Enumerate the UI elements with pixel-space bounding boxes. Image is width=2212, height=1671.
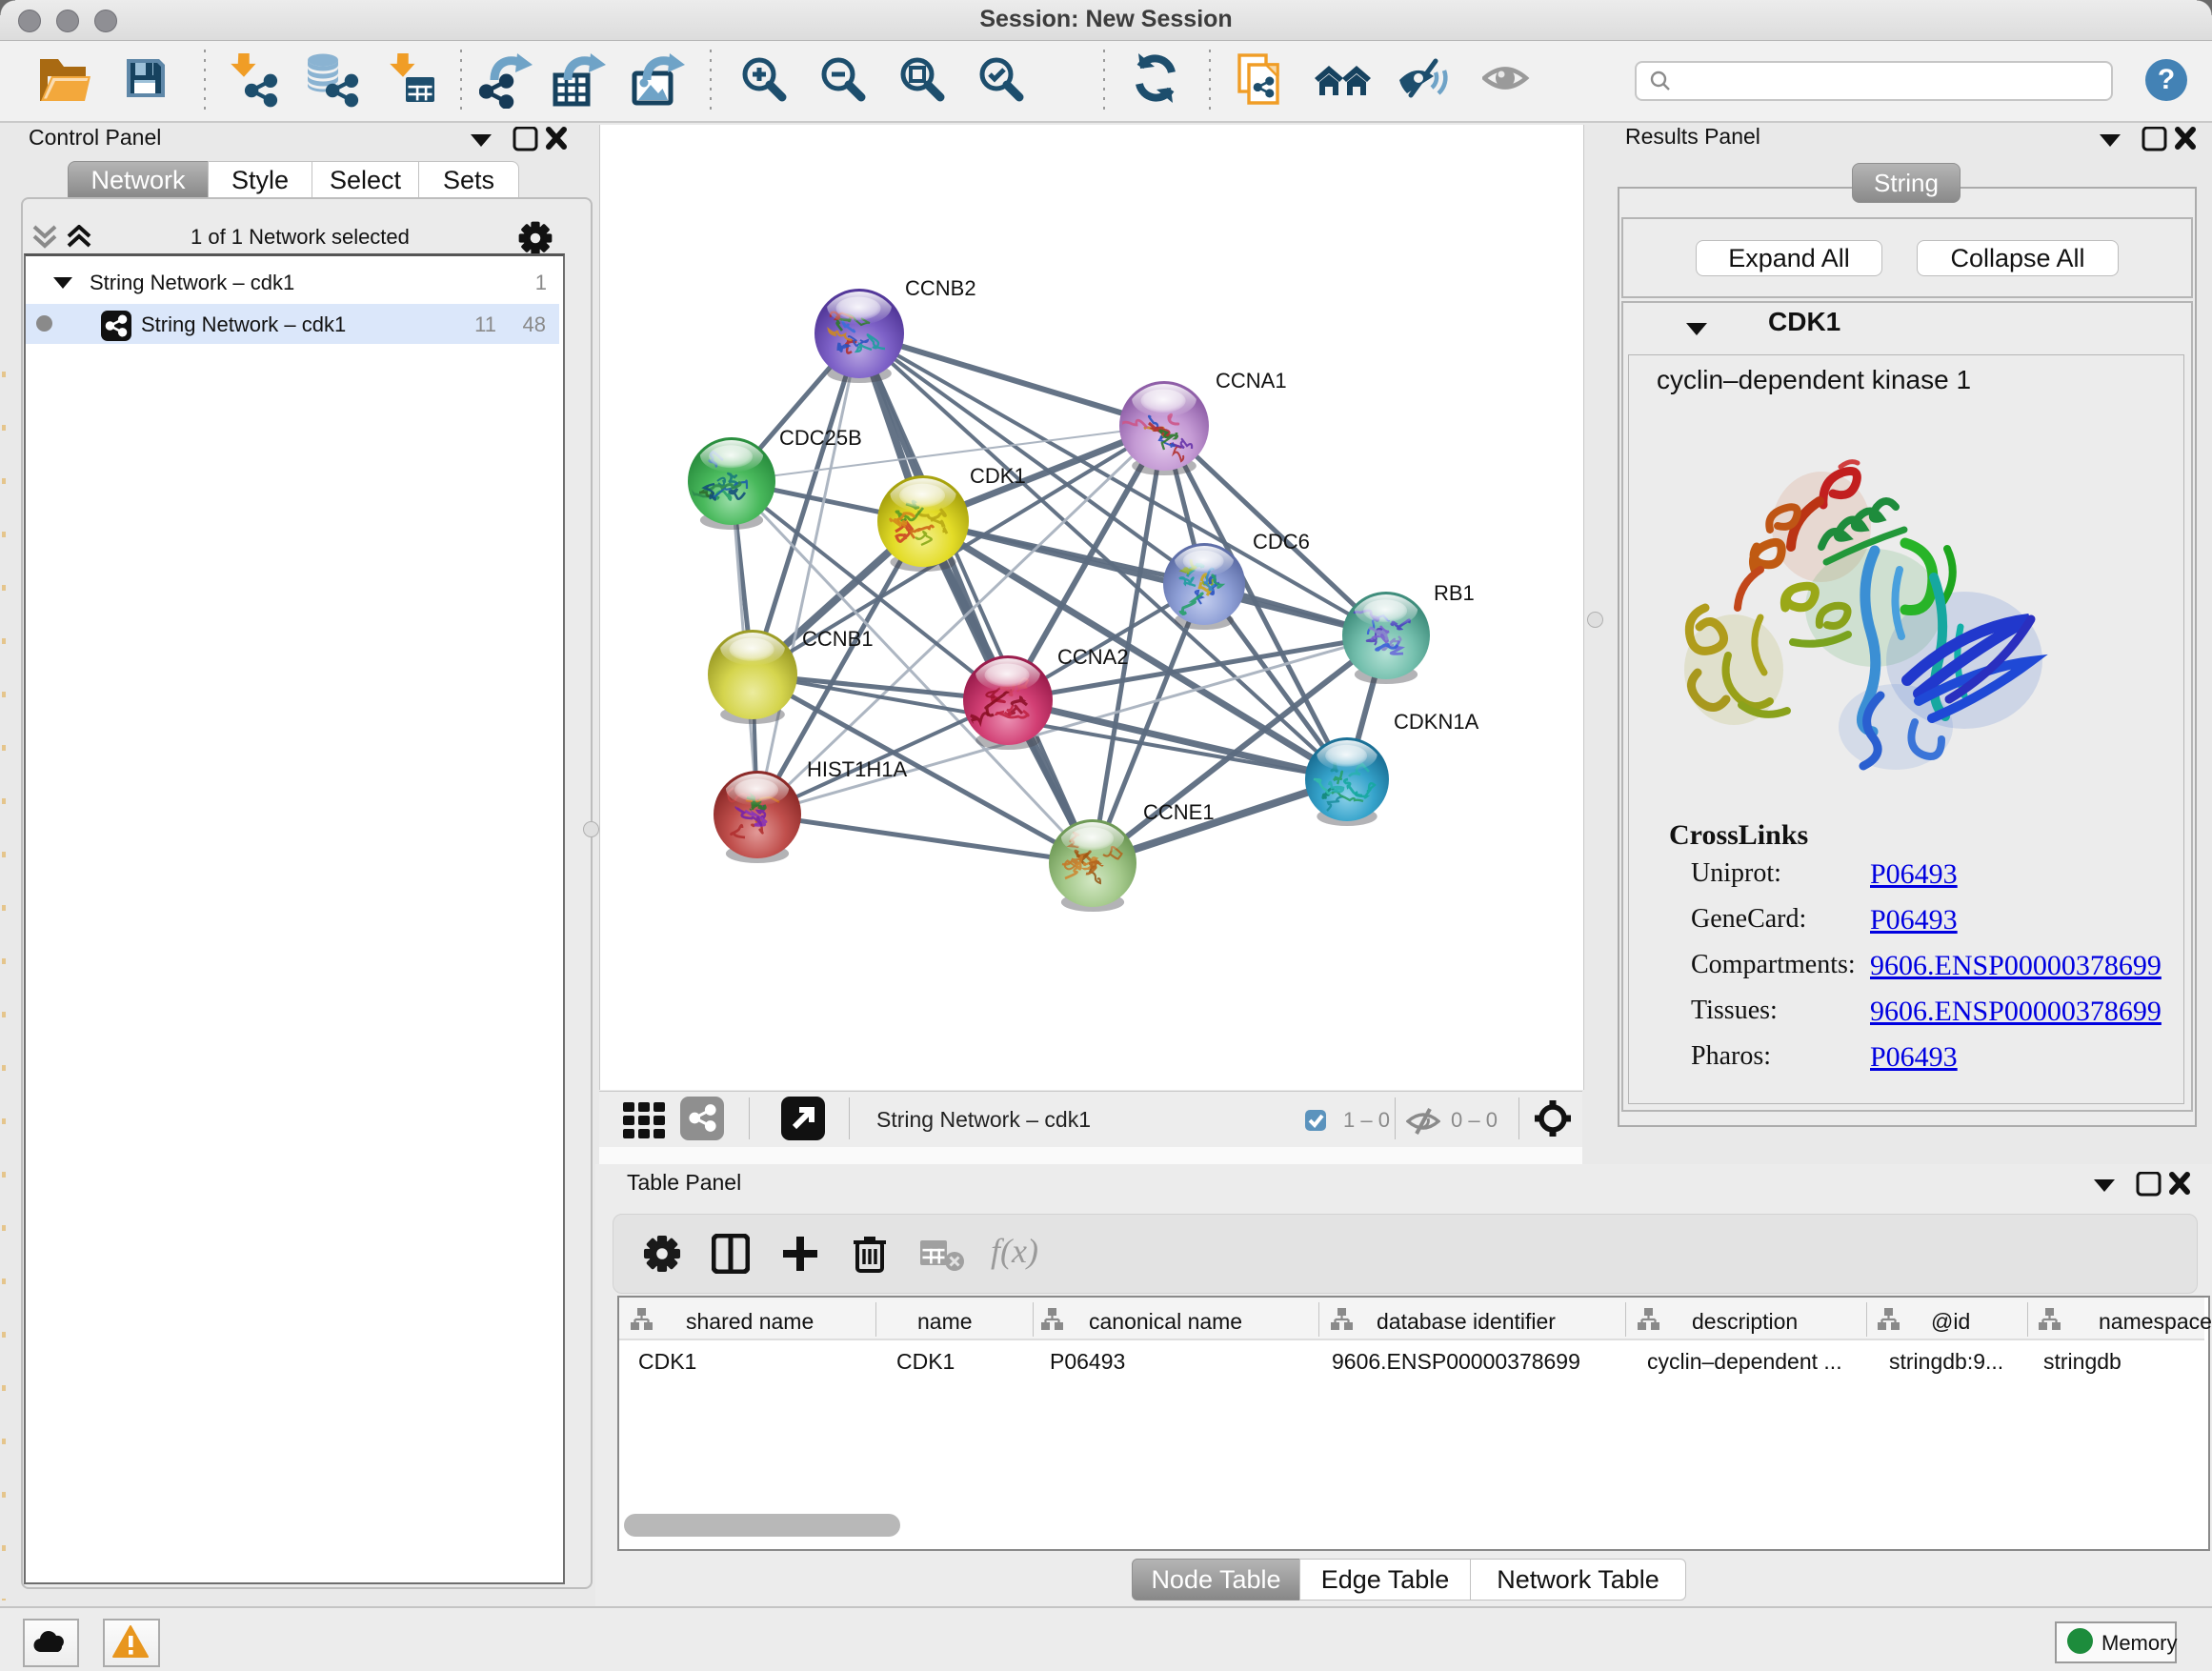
- svg-text:CCNB2: CCNB2: [905, 276, 976, 300]
- svg-text:HIST1H1A: HIST1H1A: [807, 757, 907, 781]
- svg-text:CDKN1A: CDKN1A: [1394, 710, 1479, 734]
- svg-text:CDK1: CDK1: [970, 464, 1026, 488]
- svg-text:CCNA1: CCNA1: [1216, 369, 1287, 393]
- svg-text:CCNE1: CCNE1: [1143, 800, 1215, 824]
- svg-text:CDC25B: CDC25B: [779, 426, 862, 450]
- svg-text:RB1: RB1: [1434, 581, 1475, 605]
- svg-text:CDC6: CDC6: [1253, 530, 1310, 554]
- svg-text:CCNA2: CCNA2: [1057, 645, 1129, 669]
- svg-text:CCNB1: CCNB1: [802, 627, 874, 651]
